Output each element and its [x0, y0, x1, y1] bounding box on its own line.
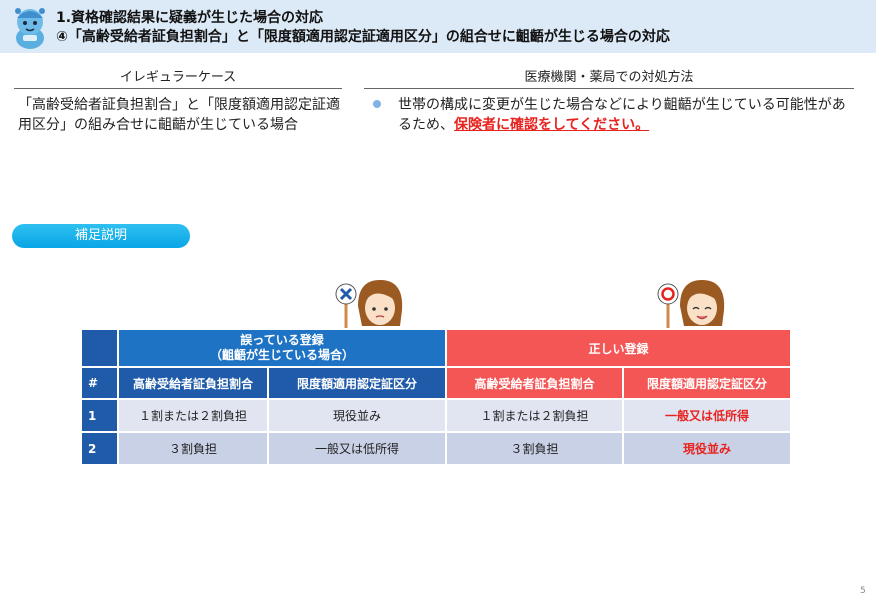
wrong-category-cell: 現役並み — [266, 398, 448, 433]
irregular-case-text: 「高齢受給者証負担割合」と「限度額適用認定証適用区分」の組み合せに齟齬が生じてい… — [18, 97, 340, 133]
supplement-label: 補足説明 — [12, 224, 190, 248]
wrong-registration-note: （齟齬が生じている場合） — [210, 348, 355, 362]
wrong-ratio-cell: １割または２割負担 — [117, 398, 269, 433]
correct-ratio-cell: ３割負担 — [445, 431, 625, 466]
wrong-ratio-header: 高齢受給者証負担割合 — [117, 366, 269, 400]
correct-ratio-header: 高齢受給者証負担割合 — [445, 366, 625, 400]
row-number: 2 — [80, 431, 119, 466]
wrong-ratio-cell: ３割負担 — [117, 431, 269, 466]
page-subtitle: ④「高齢受給者証負担割合」と「限度額適用認定証適用区分」の組合せに齟齬が生じる場… — [56, 29, 670, 45]
mascot-icon — [15, 8, 45, 49]
correct-category-cell: 一般又は低所得 — [622, 398, 793, 433]
page-number: 5 — [860, 586, 866, 596]
wrong-registration-header: 誤っている登録 （齟齬が生じている場合） — [116, 328, 448, 368]
correct-category-cell: 現役並み — [622, 431, 793, 466]
bullet-icon — [373, 100, 381, 108]
wrong-category-cell: 一般又は低所得 — [266, 431, 448, 466]
correct-ratio-cell: １割または２割負担 — [445, 398, 625, 433]
irregular-case-heading: イレギュラーケース — [14, 66, 342, 89]
registration-table: 誤っている登録 （齟齬が生じている場合） 正しい登録 # 高齢受給者証負担割合 … — [80, 328, 793, 466]
page-title: 1.資格確認結果に疑義が生じた場合の対応 — [56, 10, 324, 26]
table-corner — [80, 328, 119, 368]
countermeasure-text: 世帯の構成に変更が生じた場合などにより齟齬が生じている可能性があるため、保険者に… — [398, 95, 854, 135]
wrong-category-header: 限度額適用認定証区分 — [266, 366, 448, 400]
countermeasure-heading: 医療機関・薬局での対処方法 — [364, 66, 854, 89]
row-number: 1 — [80, 398, 119, 433]
table-row: 2 ３割負担 一般又は低所得 ３割負担 現役並み — [80, 431, 793, 466]
correct-category-header: 限度額適用認定証区分 — [622, 366, 793, 400]
correct-registration-header: 正しい登録 — [445, 328, 793, 368]
wrong-registration-title: 誤っている登録 — [240, 333, 324, 347]
table-row: 1 １割または２割負担 現役並み １割または２割負担 一般又は低所得 — [80, 398, 793, 433]
countermeasure-emphasis: 保険者に確認をしてください。 — [454, 117, 650, 133]
number-column-header: # — [80, 366, 119, 400]
header-bar: 1.資格確認結果に疑義が生じた場合の対応 ④「高齢受給者証負担割合」と「限度額適… — [0, 0, 876, 53]
